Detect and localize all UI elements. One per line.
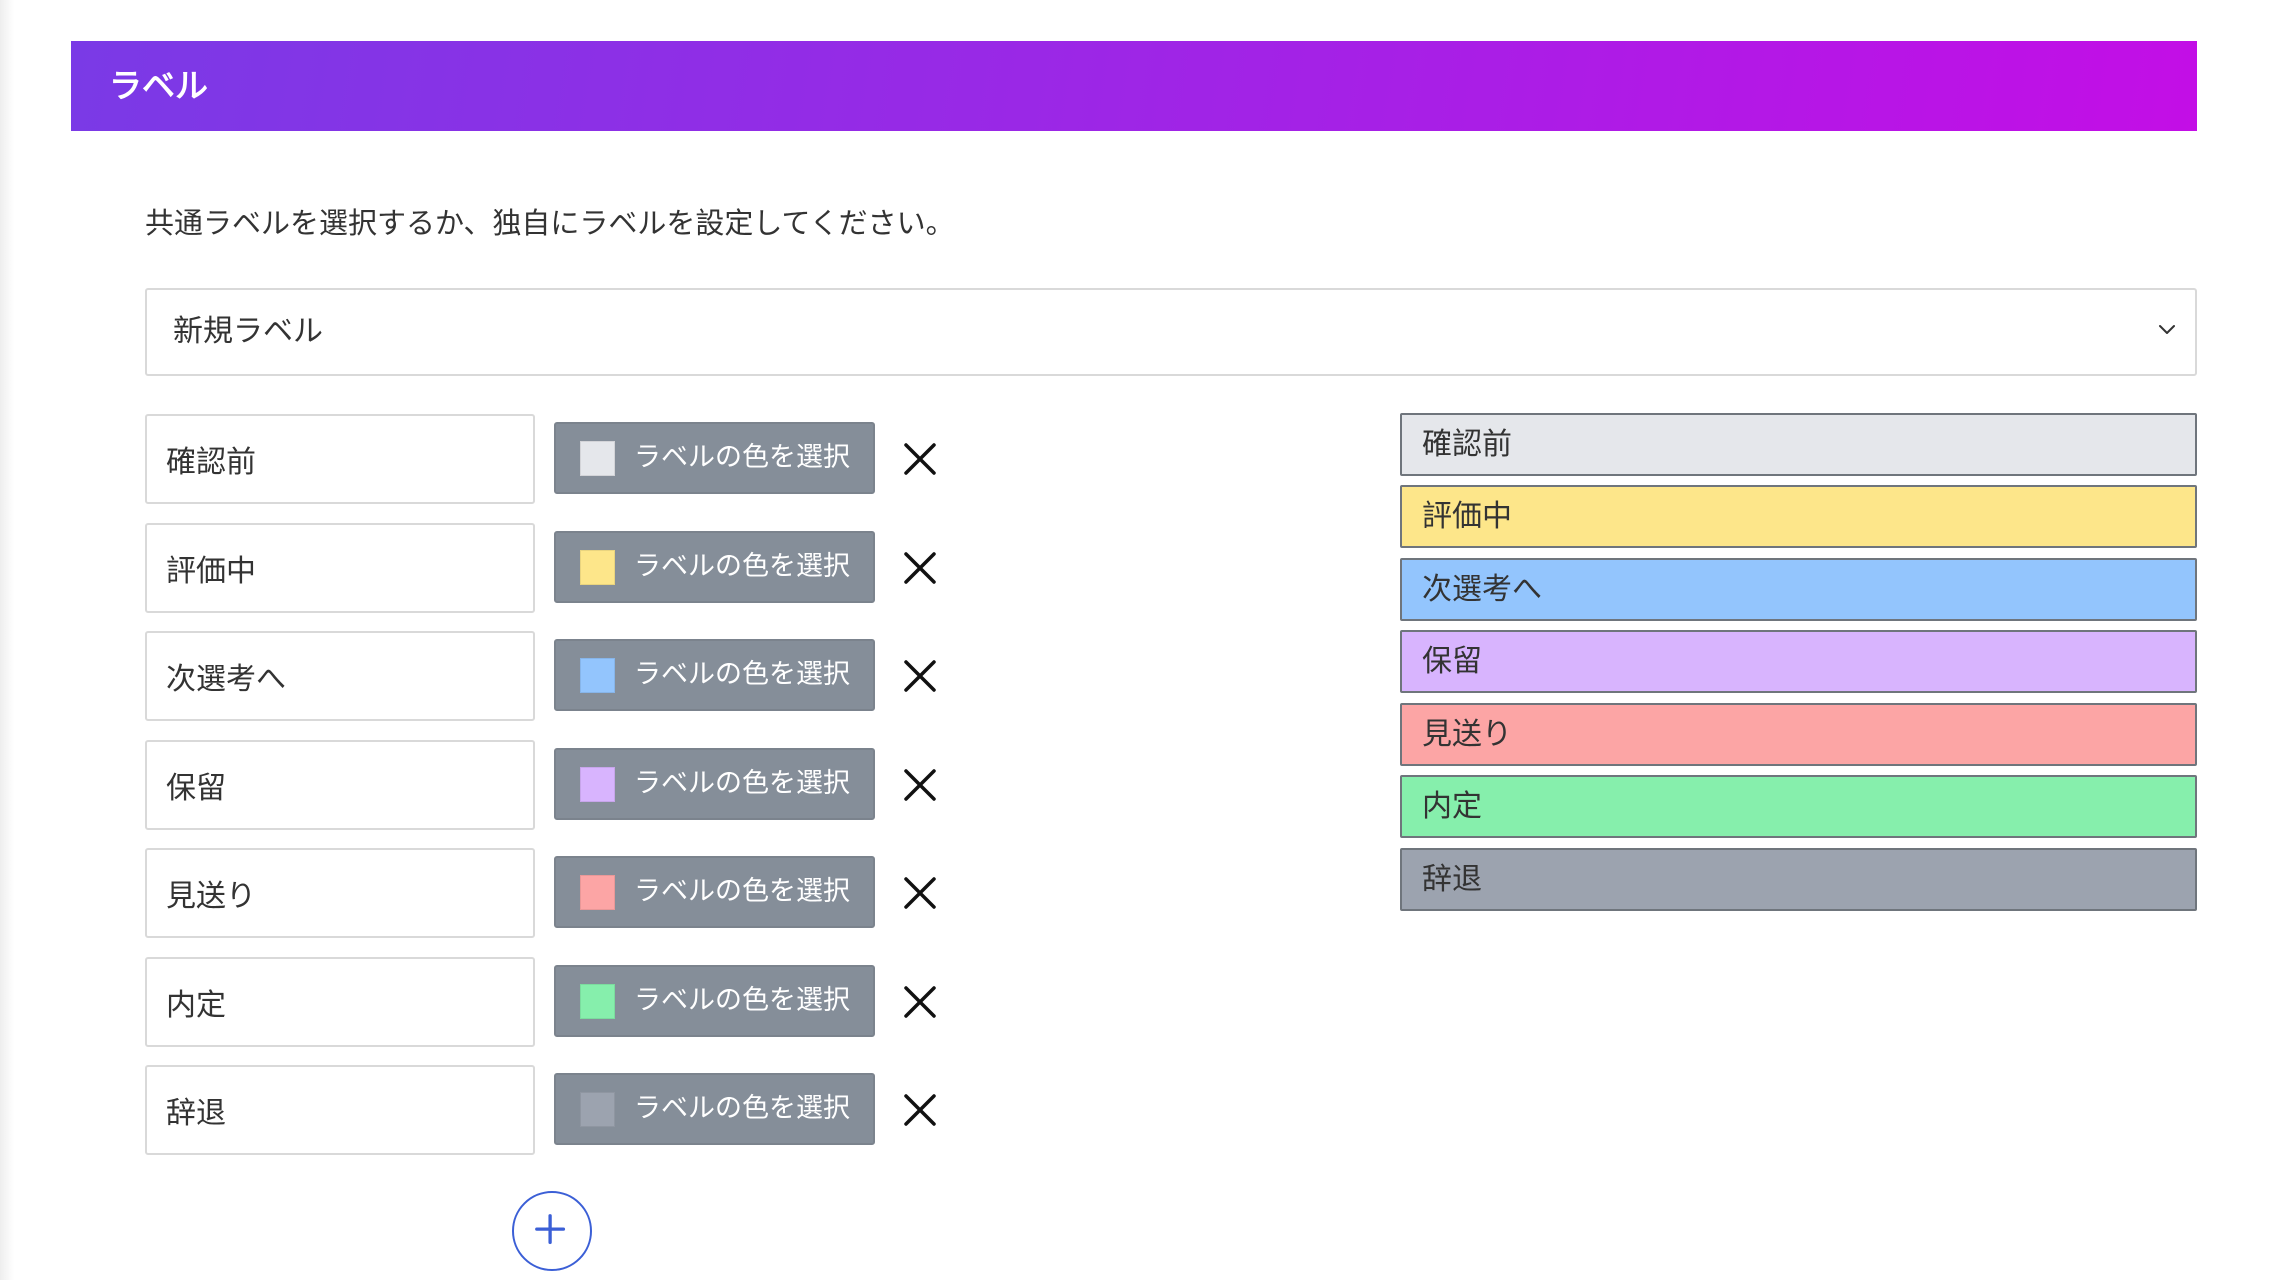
select-color-button[interactable]: ラベルの色を選択 (554, 422, 875, 494)
select-color-button[interactable]: ラベルの色を選択 (554, 639, 875, 711)
color-swatch (580, 984, 615, 1019)
select-color-button-label: ラベルの色を選択 (634, 659, 850, 690)
label-name-input[interactable] (145, 631, 535, 721)
color-swatch (580, 875, 615, 910)
select-color-button[interactable]: ラベルの色を選択 (554, 1073, 875, 1145)
close-icon[interactable] (900, 656, 940, 696)
label-name-input[interactable] (145, 414, 535, 504)
label-name-input[interactable] (145, 740, 535, 830)
plus-icon (535, 1214, 566, 1245)
label-preview-chip: 見送り (1400, 703, 2197, 766)
section-title: ラベル (109, 66, 208, 105)
section-header: ラベル (71, 41, 2197, 131)
label-editor-row: ラベルの色を選択 (145, 740, 985, 830)
color-swatch (580, 1092, 615, 1127)
select-color-button-label: ラベルの色を選択 (634, 442, 850, 473)
label-name-input[interactable] (145, 848, 535, 938)
select-color-button-label: ラベルの色を選択 (634, 876, 850, 907)
select-color-button-label: ラベルの色を選択 (634, 768, 850, 799)
color-swatch (580, 441, 615, 476)
label-editor-row: ラベルの色を選択 (145, 631, 985, 721)
close-icon[interactable] (900, 1090, 940, 1130)
preset-label-select[interactable]: 新規ラベル (145, 288, 2197, 376)
label-preview-chip: 内定 (1400, 775, 2197, 838)
page-edge-shadow (0, 0, 14, 1280)
label-preview-chip: 確認前 (1400, 413, 2197, 476)
label-editor-row: ラベルの色を選択 (145, 1065, 985, 1155)
label-preview-chip: 辞退 (1400, 848, 2197, 911)
label-editor-row: ラベルの色を選択 (145, 414, 985, 504)
close-icon[interactable] (900, 982, 940, 1022)
label-preview-chip: 保留 (1400, 630, 2197, 693)
select-color-button[interactable]: ラベルの色を選択 (554, 965, 875, 1037)
close-icon[interactable] (900, 548, 940, 588)
label-preview-chip: 次選考へ (1400, 558, 2197, 621)
select-color-button[interactable]: ラベルの色を選択 (554, 531, 875, 603)
preset-label-select-value: 新規ラベル (173, 314, 323, 349)
color-swatch (580, 658, 615, 693)
color-swatch (580, 550, 615, 585)
label-editor-row: ラベルの色を選択 (145, 957, 985, 1047)
add-label-button[interactable] (512, 1191, 592, 1271)
label-editor-row: ラベルの色を選択 (145, 523, 985, 613)
instruction-text: 共通ラベルを選択するか、独自にラベルを設定してください。 (145, 206, 955, 240)
chevron-down-icon (2159, 325, 2175, 334)
select-color-button-label: ラベルの色を選択 (634, 551, 850, 582)
select-color-button-label: ラベルの色を選択 (634, 985, 850, 1016)
label-preview-chip: 評価中 (1400, 485, 2197, 548)
label-name-input[interactable] (145, 1065, 535, 1155)
select-color-button-label: ラベルの色を選択 (634, 1093, 850, 1124)
select-color-button[interactable]: ラベルの色を選択 (554, 748, 875, 820)
label-name-input[interactable] (145, 957, 535, 1047)
close-icon[interactable] (900, 765, 940, 805)
close-icon[interactable] (900, 439, 940, 479)
select-color-button[interactable]: ラベルの色を選択 (554, 856, 875, 928)
color-swatch (580, 767, 615, 802)
close-icon[interactable] (900, 873, 940, 913)
label-name-input[interactable] (145, 523, 535, 613)
label-editor-row: ラベルの色を選択 (145, 848, 985, 938)
